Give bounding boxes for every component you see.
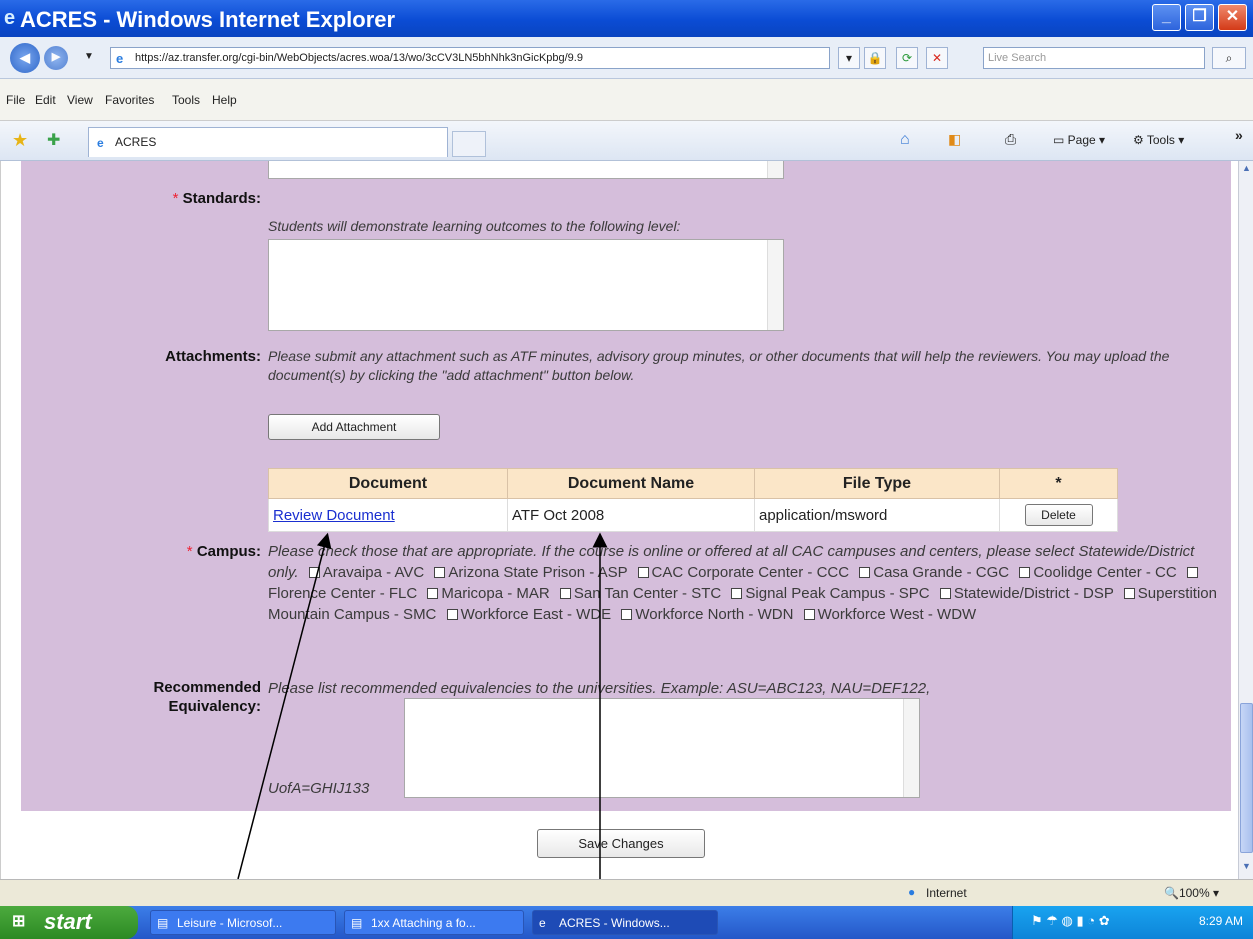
scrollbar-thumb[interactable] xyxy=(1240,703,1253,853)
feeds-icon[interactable]: ◧ xyxy=(948,131,961,148)
scroll-down-icon[interactable]: ▼ xyxy=(1240,861,1253,876)
page-icon: e xyxy=(116,51,124,66)
internet-zone-icon: ● xyxy=(908,885,916,899)
task-label: ACRES - Windows... xyxy=(559,916,670,930)
windows-logo-icon: ⊞ xyxy=(12,913,26,930)
task-label: Leisure - Microsof... xyxy=(177,916,283,930)
favorites-star-icon[interactable]: ★ xyxy=(12,130,28,151)
ie-icon: e xyxy=(539,916,546,930)
menu-tools[interactable]: Tools xyxy=(172,93,200,107)
home-icon[interactable]: ⌂ xyxy=(900,131,910,149)
new-tab-button[interactable] xyxy=(452,131,486,157)
title-bar: e ACRES - Windows Internet Explorer _ ❐ … xyxy=(0,0,1253,37)
minimize-button[interactable]: _ xyxy=(1152,4,1181,31)
search-input[interactable]: Live Search xyxy=(983,47,1205,69)
history-dropdown-icon[interactable]: ▼ xyxy=(84,51,94,62)
menu-edit[interactable]: Edit xyxy=(35,93,56,107)
start-button[interactable]: ⊞ start xyxy=(0,906,138,939)
menu-file[interactable]: File xyxy=(6,93,25,107)
back-button[interactable]: ◀ xyxy=(10,43,40,73)
menu-bar: File Edit View Favorites Tools Help xyxy=(0,79,1253,121)
zoom-value: 100% xyxy=(1178,886,1210,900)
system-tray: ⚑ ☂ ◍ ▮ ◔ ✿ 8:29 AM xyxy=(1012,906,1253,939)
start-label: start xyxy=(44,909,92,934)
forward-button[interactable]: ▶ xyxy=(44,46,68,70)
address-text: https://az.transfer.org/cgi-bin/WebObjec… xyxy=(135,52,583,64)
word-icon: ▤ xyxy=(157,916,169,930)
task-leisure[interactable]: ▤ Leisure - Microsof... xyxy=(150,910,336,935)
tab-page-icon: e xyxy=(97,136,104,150)
window-title: ACRES - Windows Internet Explorer xyxy=(20,7,396,32)
address-bar[interactable]: e https://az.transfer.org/cgi-bin/WebObj… xyxy=(110,47,830,69)
close-button[interactable]: ✕ xyxy=(1218,4,1247,31)
maximize-button[interactable]: ❐ xyxy=(1185,4,1214,31)
tab-label: ACRES xyxy=(115,135,157,149)
search-icon[interactable]: ⌕ xyxy=(1212,47,1246,69)
menu-help[interactable]: Help xyxy=(212,93,237,107)
annotation-arrows xyxy=(237,532,608,879)
tab-bar: ★ ✚ e ACRES ⌂ ◧ ⎙ ▭ Page ▾ ⚙ Tools ▾ » xyxy=(0,121,1253,161)
address-dropdown-icon[interactable]: ▾ xyxy=(838,47,860,69)
taskbar: ⊞ start ▤ Leisure - Microsof... ▤ 1xx At… xyxy=(0,906,1253,939)
vertical-scrollbar[interactable]: ▲ ▼ xyxy=(1238,161,1253,879)
page-menu[interactable]: ▭ Page ▾ xyxy=(1053,133,1105,147)
task-attaching[interactable]: ▤ 1xx Attaching a fo... xyxy=(344,910,524,935)
word-icon: ▤ xyxy=(351,916,363,930)
clock: 8:29 AM xyxy=(1198,914,1243,928)
menu-view[interactable]: View xyxy=(67,93,93,107)
print-icon[interactable]: ⎙ xyxy=(1005,131,1016,148)
tab-acres[interactable]: e ACRES xyxy=(88,127,448,157)
menu-favorites[interactable]: Favorites xyxy=(105,93,154,107)
tools-menu[interactable]: ⚙ Tools ▾ xyxy=(1133,133,1184,147)
lock-icon[interactable]: 🔒 xyxy=(864,47,886,69)
add-favorites-icon[interactable]: ✚ xyxy=(47,130,60,150)
navigation-bar: ◀ ▶ ▼ e https://az.transfer.org/cgi-bin/… xyxy=(0,37,1253,79)
tray-icons[interactable]: ⚑ ☂ ◍ ▮ ◔ ✿ xyxy=(1031,913,1110,929)
scroll-up-icon[interactable]: ▲ xyxy=(1240,163,1253,178)
refresh-icon[interactable]: ⟳ xyxy=(896,47,918,69)
task-label: 1xx Attaching a fo... xyxy=(371,916,476,930)
page-menu-label: Page xyxy=(1067,133,1096,147)
page-viewport: * Standards: Students will demonstrate l… xyxy=(0,161,1238,879)
status-bar: ● Internet 🔍100% ▾ xyxy=(0,879,1253,906)
zone-label: Internet xyxy=(926,886,967,900)
tools-menu-label: Tools xyxy=(1146,133,1175,147)
stop-icon[interactable]: ✕ xyxy=(926,47,948,69)
task-acres[interactable]: e ACRES - Windows... xyxy=(532,910,718,935)
arrow-to-review-document xyxy=(237,532,332,879)
chevron-right-icon[interactable]: » xyxy=(1235,127,1243,143)
zoom-level[interactable]: 🔍100% ▾ xyxy=(1164,886,1219,900)
